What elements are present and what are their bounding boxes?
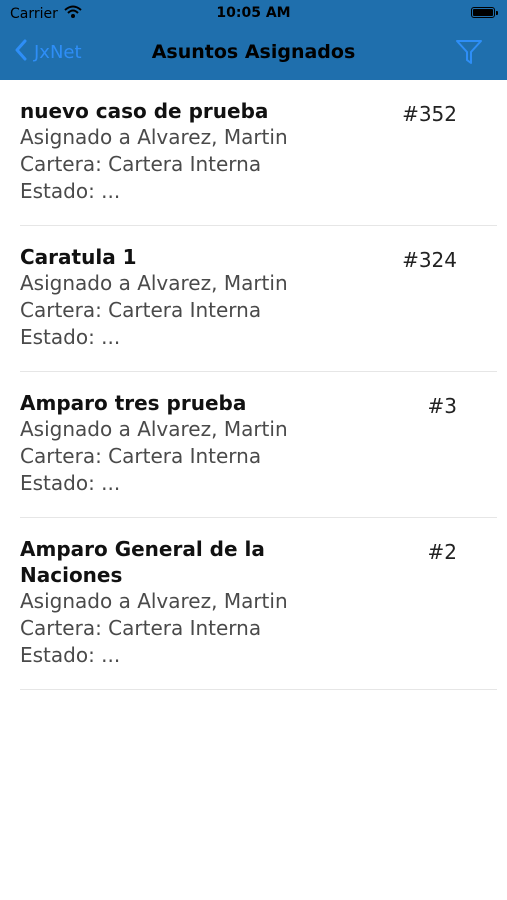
case-assigned: Asignado a Alvarez, Martin [20,417,288,441]
navigation-bar: JxNet Asuntos Asignados [0,28,507,80]
case-cartera: Cartera: Cartera Interna [20,152,262,176]
filter-icon [455,40,483,70]
case-cartera: Cartera: Cartera Interna [20,616,262,640]
list-item[interactable]: Caratula 1 #324 Asignado a Alvarez, Mart… [20,226,497,372]
top-bar: Carrier 10:05 AM JxNet Asuntos Asignados [0,0,507,80]
list-item[interactable]: Amparo tres prueba #3 Asignado a Alvarez… [20,372,497,518]
case-title: Caratula 1 [20,245,137,269]
battery-icon [471,7,498,18]
case-number: #352 [402,102,457,126]
list-item[interactable]: Amparo General de la Naciones #2 Asignad… [20,518,497,690]
status-bar: Carrier 10:05 AM [0,0,507,28]
case-estado: Estado: ... [20,471,121,495]
page-title: Asuntos Asignados [151,41,356,63]
case-list: nuevo caso de prueba #352 Asignado a Alv… [0,80,507,690]
case-assigned: Asignado a Alvarez, Martin [20,271,288,295]
filter-button[interactable] [455,38,483,66]
status-time: 10:05 AM [216,5,291,21]
case-estado: Estado: ... [20,325,121,349]
case-title: nuevo caso de prueba [20,99,269,123]
case-number: #2 [427,540,457,564]
case-estado: Estado: ... [20,179,121,203]
case-title: Amparo General de la Naciones [20,537,265,587]
case-estado: Estado: ... [20,643,121,667]
case-number: #3 [427,394,457,418]
list-item[interactable]: nuevo caso de prueba #352 Asignado a Alv… [20,80,497,226]
case-number: #324 [402,248,457,272]
case-assigned: Asignado a Alvarez, Martin [20,589,288,613]
case-title: Amparo tres prueba [20,391,247,415]
case-assigned: Asignado a Alvarez, Martin [20,125,288,149]
case-cartera: Cartera: Cartera Interna [20,298,262,322]
case-cartera: Cartera: Cartera Interna [20,444,262,468]
